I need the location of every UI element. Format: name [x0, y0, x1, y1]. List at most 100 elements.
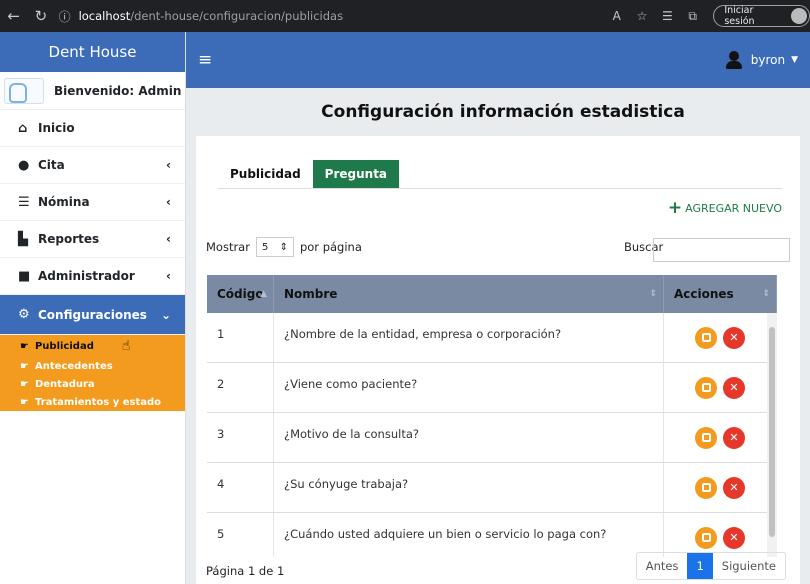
cell-nombre: ¿Nombre de la entidad, empresa o corpora… [274, 313, 664, 362]
cell-nombre: ¿Cuándo usted adquiere un bien o servici… [274, 513, 664, 557]
edit-button[interactable] [695, 326, 717, 349]
cell-acciones: ✕ [664, 513, 777, 557]
edit-button[interactable] [695, 476, 717, 499]
sidebar-item-cita[interactable]: ● Cita ‹ [0, 147, 185, 184]
pagination: Antes 1 Siguiente [635, 552, 786, 580]
table-scrollbar[interactable] [767, 313, 777, 557]
welcome-panel: Bienvenido: Admin [0, 72, 185, 110]
submenu-item-label: Tratamientos y estado [34, 396, 162, 408]
hand-pointer-icon: ☛ [20, 360, 29, 372]
header-label: Código [217, 287, 264, 301]
cell-codigo: 1 [207, 313, 274, 362]
submenu-item-label: Publicidad [34, 340, 94, 352]
read-aloud-icon[interactable]: A [604, 9, 629, 23]
close-icon: ✕ [729, 431, 739, 444]
sidebar-item-label: Configuraciones [38, 307, 147, 322]
delete-button[interactable]: ✕ [723, 326, 745, 349]
lock-icon: ■ [18, 268, 31, 284]
close-icon: ✕ [729, 331, 739, 344]
questions-table: Código ▲ Nombre ⇕ Acciones ⇕ 1 ¿Nombre d… [207, 275, 777, 557]
list-icon: ☰ [18, 194, 30, 210]
column-header-acciones[interactable]: Acciones ⇕ [664, 275, 777, 313]
tab-bar: Publicidad Pregunta [218, 160, 400, 188]
sidebar-item-label: Nómina [38, 195, 90, 209]
cell-codigo: 2 [207, 363, 274, 412]
edit-button[interactable] [695, 426, 717, 449]
submenu-item-publicidad[interactable]: ☛ Publicidad ☝ [0, 335, 185, 357]
add-new-label: AGREGAR NUEVO [685, 201, 782, 215]
submenu-item-tratamientos[interactable]: ☛ Tratamientos y estado [0, 393, 185, 411]
caret-down-icon: ▼ [791, 55, 798, 65]
edit-icon [701, 533, 711, 542]
reload-icon[interactable]: ↻ [27, 7, 54, 25]
sidebar-item-administrador[interactable]: ■ Administrador ‹ [0, 258, 185, 295]
next-page-button[interactable]: Siguiente [713, 553, 785, 579]
edit-button[interactable] [695, 526, 717, 549]
site-info-icon[interactable]: ⓘ [59, 8, 71, 25]
favorites-list-icon[interactable]: ☰ [655, 9, 680, 23]
sidebar-item-label: Administrador [38, 269, 135, 283]
column-header-nombre[interactable]: Nombre ⇕ [274, 275, 664, 313]
table-body: 1 ¿Nombre de la entidad, empresa o corpo… [207, 313, 777, 557]
table-row: 1 ¿Nombre de la entidad, empresa o corpo… [207, 313, 777, 363]
home-icon: ⌂ [18, 120, 28, 136]
mouse-cursor-icon: ☝ [121, 338, 131, 354]
chevron-left-icon: ‹ [166, 195, 171, 209]
search-input[interactable] [653, 238, 790, 262]
cell-acciones: ✕ [664, 463, 777, 512]
tab-publicidad[interactable]: Publicidad [218, 160, 313, 188]
address-bar[interactable]: ⓘ localhost/dent-house/configuracion/pub… [59, 4, 604, 28]
submenu-item-label: Dentadura [34, 378, 95, 390]
hamburger-menu-icon[interactable]: ≡ [198, 50, 212, 70]
collections-icon[interactable]: ⧉ [680, 9, 705, 24]
tab-pregunta[interactable]: Pregunta [312, 160, 400, 188]
sidebar-item-configuraciones[interactable]: ⚙ Configuraciones ⌄ [0, 295, 185, 335]
per-page-label: por página [299, 240, 362, 254]
delete-button[interactable]: ✕ [723, 476, 745, 499]
table-row: 4 ¿Su cónyuge trabaja? ✕ [207, 463, 777, 513]
signin-button[interactable]: Iniciar sesión [713, 5, 810, 27]
add-new-button[interactable]: + AGREGAR NUEVO [668, 198, 782, 218]
column-header-codigo[interactable]: Código ▲ [207, 275, 274, 313]
edit-icon [701, 383, 711, 392]
favorite-star-icon[interactable]: ☆ [629, 9, 654, 23]
brand-title[interactable]: Dent House [0, 32, 185, 72]
page-title: Configuración información estadistica [321, 102, 685, 122]
sidebar-item-label: Cita [38, 158, 65, 172]
sidebar-item-reportes[interactable]: ▙ Reportes ‹ [0, 221, 185, 258]
chevron-down-icon: ⌄ [160, 307, 171, 322]
submenu-item-antecedentes[interactable]: ☛ Antecedentes [0, 357, 185, 375]
page-size-select[interactable]: 5 ⇕ [255, 237, 294, 257]
table-row: 3 ¿Motivo de la consulta? ✕ [207, 413, 777, 463]
submenu-item-dentadura[interactable]: ☛ Dentadura [0, 375, 185, 393]
user-dropdown[interactable]: byron ▼ [725, 51, 798, 69]
header-label: Acciones [674, 287, 734, 301]
delete-button[interactable]: ✕ [723, 426, 745, 449]
signin-label: Iniciar sesión [724, 5, 755, 27]
config-submenu: ☛ Publicidad ☝ ☛ Antecedentes ☛ Dentadur… [0, 335, 185, 411]
page-1-button[interactable]: 1 [687, 553, 713, 579]
scrollbar-thumb[interactable] [769, 327, 775, 537]
cell-codigo: 3 [207, 413, 274, 462]
cell-nombre: ¿Viene como paciente? [274, 363, 664, 412]
sidebar-item-nomina[interactable]: ☰ Nómina ‹ [0, 184, 185, 221]
show-label: Mostrar [206, 240, 250, 254]
delete-button[interactable]: ✕ [723, 376, 745, 399]
edit-button[interactable] [695, 376, 717, 399]
cell-acciones: ✕ [664, 413, 777, 462]
back-arrow-icon[interactable]: ← [0, 7, 27, 25]
edit-icon [701, 333, 711, 342]
delete-button[interactable]: ✕ [723, 526, 745, 549]
prev-page-button[interactable]: Antes [637, 553, 688, 579]
file-icon: ▙ [18, 231, 28, 247]
chevron-left-icon: ‹ [166, 158, 171, 172]
sidebar-item-inicio[interactable]: ⌂ Inicio [0, 110, 185, 147]
url-path: /dent-house/configuracion/publicidas [130, 9, 344, 23]
submenu-item-label: Antecedentes [34, 360, 113, 372]
cell-nombre: ¿Su cónyuge trabaja? [274, 463, 664, 512]
table-row: 2 ¿Viene como paciente? ✕ [207, 363, 777, 413]
page-size-control: Mostrar 5 ⇕ por página [206, 237, 362, 257]
sort-icon: ▲ [260, 289, 267, 299]
page-info: Página 1 de 1 [206, 564, 285, 578]
close-icon: ✕ [729, 531, 739, 544]
